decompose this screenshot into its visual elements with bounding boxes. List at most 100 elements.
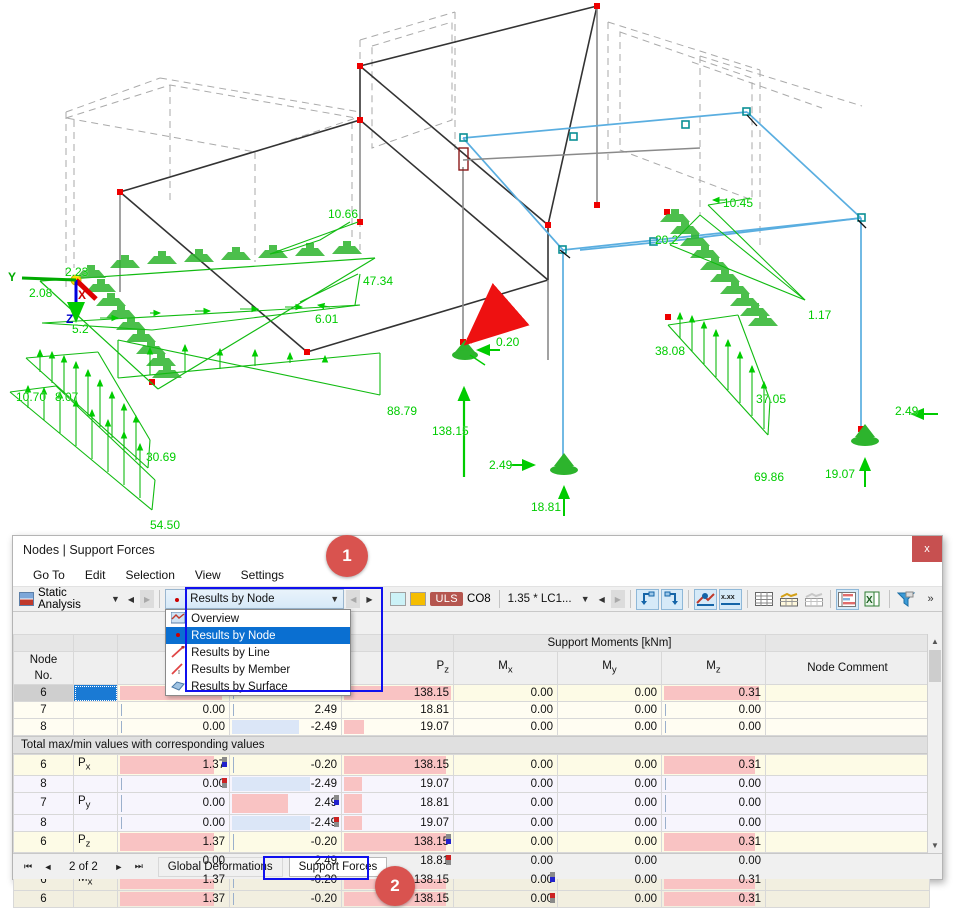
cell-mz[interactable]: 0.00 bbox=[661, 775, 766, 794]
cell-direction[interactable]: Px bbox=[73, 753, 118, 777]
chevron-down-icon[interactable]: ▼ bbox=[330, 594, 339, 604]
analysis-next-button[interactable]: ▶ bbox=[140, 590, 155, 608]
cell-node-no[interactable]: 6 bbox=[13, 890, 74, 908]
dropdown-option-results-by-line[interactable]: Results by Line bbox=[166, 644, 350, 661]
table-row[interactable]: 8 0.00 -2.49 19.07 0.00 0.00 0.00 bbox=[13, 718, 930, 736]
cell-py[interactable]: -2.49 bbox=[229, 718, 342, 736]
table-row[interactable]: 6 Px 1.37 -0.20 138.15 0.00 0.00 0.31 bbox=[13, 753, 930, 777]
cell-py[interactable]: -0.20 bbox=[229, 890, 342, 908]
scroll-down-icon[interactable]: ▼ bbox=[928, 838, 942, 853]
filter-button[interactable] bbox=[894, 589, 917, 610]
scroll-up-icon[interactable]: ▲ bbox=[928, 634, 942, 649]
cell-node-comment[interactable] bbox=[765, 684, 930, 702]
cell-direction[interactable] bbox=[73, 890, 118, 908]
chevron-down-icon[interactable]: ▼ bbox=[581, 594, 590, 604]
cell-my[interactable]: 0.00 bbox=[557, 890, 662, 908]
cell-node-comment[interactable] bbox=[765, 775, 930, 794]
cell-direction[interactable] bbox=[73, 718, 118, 736]
cell-node-no[interactable]: 8 bbox=[13, 775, 74, 794]
cell-node-comment[interactable] bbox=[765, 813, 930, 832]
cell-my[interactable]: 0.00 bbox=[557, 701, 662, 719]
table-row[interactable]: 8 0.00 -2.49 19.07 0.00 0.00 0.00 bbox=[13, 813, 930, 832]
cell-node-no[interactable]: 6 bbox=[13, 753, 74, 777]
results-mode-combobox[interactable]: Results by Node ▼ Overview Results by Nod… bbox=[165, 589, 352, 696]
menu-settings[interactable]: Settings bbox=[241, 568, 284, 582]
cell-direction[interactable]: Pz bbox=[73, 830, 118, 853]
cell-px[interactable]: 0.00 bbox=[117, 718, 230, 736]
table-scrollbar[interactable]: ▲ ▼ bbox=[927, 634, 942, 853]
cell-px[interactable]: 1.37 bbox=[117, 830, 230, 853]
cell-px[interactable]: 0.00 bbox=[117, 701, 230, 719]
cell-pz[interactable]: 138.15 bbox=[341, 684, 454, 702]
cell-my[interactable]: 0.00 bbox=[557, 792, 662, 815]
cell-direction[interactable] bbox=[73, 701, 118, 719]
cell-mx[interactable]: 0.00 bbox=[453, 701, 558, 719]
results-table-area[interactable]: Support Moments [kNm] Node No. Px Py Pz … bbox=[13, 634, 942, 908]
cell-mx[interactable]: 0.00 bbox=[453, 753, 558, 777]
table-import-button[interactable] bbox=[778, 589, 801, 610]
cell-mx[interactable]: 0.00 bbox=[453, 775, 558, 794]
chart-view-button[interactable] bbox=[836, 588, 859, 610]
cell-pz[interactable]: 19.07 bbox=[341, 718, 454, 736]
table-grid-button[interactable] bbox=[753, 589, 776, 610]
results-mode-dropdown-list[interactable]: Overview Results by Node Results by Line I R… bbox=[165, 609, 352, 696]
cell-mz[interactable]: 0.31 bbox=[661, 753, 766, 777]
cell-mx[interactable]: 0.00 bbox=[453, 890, 558, 908]
table-row[interactable]: 6 1.37 -0.20 138.15 0.00 0.00 0.31 bbox=[13, 890, 930, 908]
model-3d-viewport[interactable]: X Y Z 2.23 2.08 5.2 10.66 47.34 6.01 88.79 10.7… bbox=[0, 0, 955, 530]
dropdown-option-results-by-member[interactable]: I Results by Member bbox=[166, 661, 350, 678]
cell-node-no[interactable]: 8 bbox=[13, 718, 74, 736]
tab-support-forces[interactable]: Support Forces bbox=[288, 856, 388, 877]
cell-pz[interactable]: 18.81 bbox=[341, 701, 454, 719]
cell-px[interactable]: 0.00 bbox=[117, 792, 230, 815]
cell-px[interactable]: 1.37 bbox=[117, 753, 230, 777]
cell-mz[interactable]: 0.31 bbox=[661, 684, 766, 702]
cell-my[interactable]: 0.00 bbox=[557, 753, 662, 777]
cell-mx[interactable]: 0.00 bbox=[453, 813, 558, 832]
mode-prev-button[interactable]: ◀ bbox=[346, 590, 361, 608]
cell-my[interactable]: 0.00 bbox=[557, 718, 662, 736]
cell-node-no[interactable]: 6 bbox=[13, 684, 74, 702]
load-next-button[interactable]: ▶ bbox=[610, 590, 625, 608]
cell-mx[interactable]: 0.00 bbox=[453, 792, 558, 815]
cell-node-comment[interactable] bbox=[765, 890, 930, 908]
menu-go-to[interactable]: Go To bbox=[33, 568, 65, 582]
table-body-summary[interactable]: 6 Px 1.37 -0.20 138.15 0.00 0.00 0.31 8 0.00 -2.49… bbox=[13, 753, 930, 908]
last-page-button[interactable]: ⏭ bbox=[130, 858, 148, 876]
cell-py[interactable]: -2.49 bbox=[229, 775, 342, 794]
dropdown-option-results-by-node[interactable]: Results by Node bbox=[166, 627, 351, 644]
scrollbar-thumb[interactable] bbox=[929, 650, 941, 682]
decimal-places-button[interactable]: x.xx bbox=[719, 588, 742, 610]
cell-direction[interactable] bbox=[73, 775, 118, 794]
cell-mz[interactable]: 0.00 bbox=[661, 813, 766, 832]
cell-node-no[interactable]: 6 bbox=[13, 830, 74, 853]
dialog-statusbar[interactable]: ⏮ ◄ 2 of 2 ► ⏭ Global Deformations Suppo… bbox=[13, 853, 942, 879]
prev-page-button[interactable]: ◄ bbox=[39, 858, 57, 876]
mode-next-button[interactable]: ▶ bbox=[362, 590, 376, 608]
cell-pz[interactable]: 138.15 bbox=[341, 830, 454, 853]
cell-mz[interactable]: 0.31 bbox=[661, 890, 766, 908]
table-row[interactable]: 8 0.00 -2.49 19.07 0.00 0.00 0.00 bbox=[13, 775, 930, 794]
cell-my[interactable]: 0.00 bbox=[557, 813, 662, 832]
close-icon[interactable]: x bbox=[912, 536, 942, 562]
analysis-type-selector[interactable]: Static Analysis ▼ bbox=[17, 587, 122, 611]
cell-pz[interactable]: 18.81 bbox=[341, 792, 454, 815]
cell-direction[interactable] bbox=[73, 684, 118, 702]
cell-mx[interactable]: 0.00 bbox=[453, 684, 558, 702]
next-page-button[interactable]: ► bbox=[110, 858, 128, 876]
cell-py[interactable]: -2.49 bbox=[229, 813, 342, 832]
table-body-main[interactable]: 61.37-0.20138.150.000.000.3170.002.4918.… bbox=[13, 684, 930, 736]
cell-mz[interactable]: 0.00 bbox=[661, 792, 766, 815]
first-page-button[interactable]: ⏮ bbox=[19, 858, 37, 876]
dropdown-option-results-by-surface[interactable]: Results by Surface bbox=[166, 678, 350, 695]
cell-mz[interactable]: 0.00 bbox=[661, 701, 766, 719]
cell-direction[interactable]: Py bbox=[73, 792, 118, 815]
excel-export-button[interactable]: X bbox=[861, 589, 884, 610]
cell-node-no[interactable]: 8 bbox=[13, 813, 74, 832]
cell-py[interactable]: -0.20 bbox=[229, 830, 342, 853]
cell-px[interactable]: 0.00 bbox=[117, 813, 230, 832]
cell-mx[interactable]: 0.00 bbox=[453, 718, 558, 736]
cell-my[interactable]: 0.00 bbox=[557, 830, 662, 853]
overflow-button[interactable]: » bbox=[919, 589, 942, 610]
cell-node-comment[interactable] bbox=[765, 830, 930, 853]
